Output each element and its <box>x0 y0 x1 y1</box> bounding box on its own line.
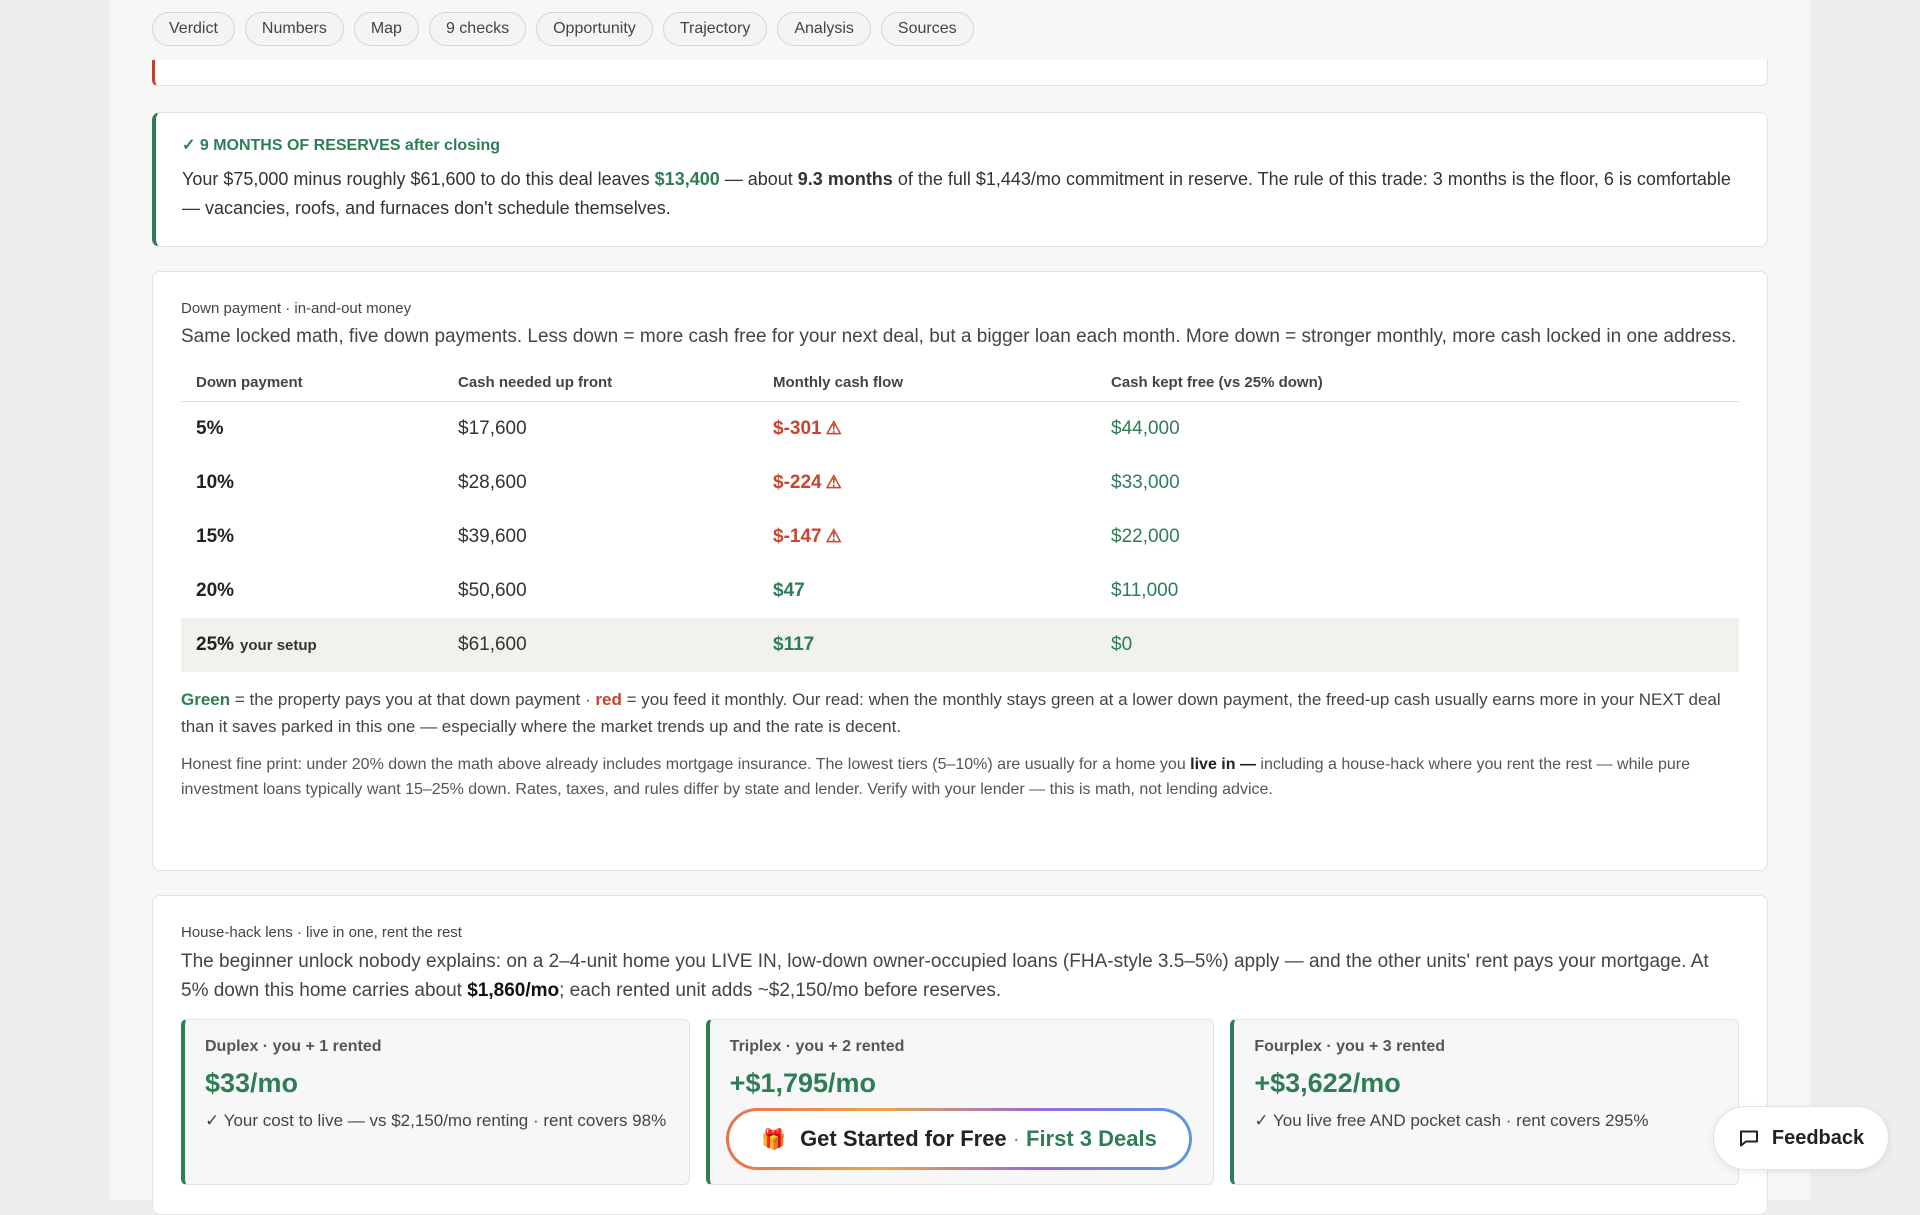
table-row-current-setup: 25% your setup $61,600 $117 $0 <box>181 618 1739 672</box>
your-setup-tag: your setup <box>240 637 317 654</box>
nav-chip-map[interactable]: Map <box>353 12 419 46</box>
nav-chip-trajectory[interactable]: Trajectory <box>662 12 768 46</box>
fine-print: Honest fine print: under 20% down the ma… <box>181 756 1690 798</box>
reserves-months: 9.3 months <box>797 169 893 189</box>
col-header-cash-free: Cash kept free (vs 25% down) <box>1096 374 1739 402</box>
down-payment-lead: Same locked math, five down payments. Le… <box>181 326 1737 347</box>
row-pct: 5% <box>196 418 224 439</box>
row-pct: 15% <box>196 526 235 547</box>
row-pct: 10% <box>196 472 235 493</box>
cta-sub-label: First 3 Deals <box>1026 1126 1157 1151</box>
warning-icon: ⚠ <box>825 472 842 492</box>
row-pct: 20% <box>196 580 235 601</box>
row-cash-needed: $17,600 <box>458 418 527 439</box>
house-hack-eyebrow: House-hack lens · live in one, rent the … <box>181 924 462 941</box>
col-header-monthly-flow: Monthly cash flow <box>758 374 1096 402</box>
row-cash-free: $11,000 <box>1111 580 1179 601</box>
color-legend: Green = the property pays you at that do… <box>181 690 1721 736</box>
gift-icon: 🎁 <box>761 1128 787 1151</box>
row-cash-needed: $28,600 <box>458 472 527 493</box>
unit-desc: ✓ You live free AND pocket cash · rent c… <box>1254 1111 1649 1130</box>
row-cash-free: $22,000 <box>1111 526 1180 547</box>
unit-card-duplex: Duplex · you + 1 rented $33/mo ✓ Your co… <box>181 1019 690 1185</box>
table-row: 15% $39,600 $-147 ⚠ $22,000 <box>181 510 1739 564</box>
get-started-button[interactable]: 🎁 Get Started for Free · First 3 Deals <box>726 1108 1192 1170</box>
row-monthly-flow: $47 <box>773 580 805 601</box>
unit-value: +$1,795/mo <box>729 1068 877 1098</box>
warning-icon: ⚠ <box>825 526 842 546</box>
row-cash-free: $44,000 <box>1111 418 1180 439</box>
table-row: 20% $50,600 $47 $11,000 <box>181 564 1739 618</box>
nav-chip-numbers[interactable]: Numbers <box>244 12 344 46</box>
unit-desc: ✓ Your cost to live — vs $2,150/mo renti… <box>205 1111 667 1130</box>
warning-icon: ⚠ <box>825 418 842 438</box>
row-cash-needed: $61,600 <box>443 618 758 672</box>
previous-card-edge <box>152 60 1768 86</box>
unit-value: $33/mo <box>205 1068 299 1098</box>
table-header-row: Down payment Cash needed up front Monthl… <box>181 374 1739 402</box>
nav-chip-verdict[interactable]: Verdict <box>152 12 235 46</box>
reserves-text: Your $75,000 minus roughly $61,600 to do… <box>182 169 1731 218</box>
nav-chip-9-checks[interactable]: 9 checks <box>428 12 527 46</box>
row-monthly-flow: $-224 ⚠ <box>773 472 842 493</box>
unit-value: +$3,622/mo <box>1254 1068 1401 1098</box>
reserves-card: ✓ 9 MONTHS OF RESERVES after closing You… <box>152 112 1768 247</box>
down-payment-card: Down payment · in-and-out money Same loc… <box>152 271 1768 871</box>
row-pct: 25% your setup <box>181 618 443 672</box>
row-cash-free: $0 <box>1096 618 1739 672</box>
cta-separator: · <box>1012 1126 1020 1151</box>
reserves-amount: $13,400 <box>654 169 720 189</box>
row-monthly-flow: $-301 ⚠ <box>773 418 842 439</box>
down-payment-eyebrow: Down payment · in-and-out money <box>181 300 412 317</box>
col-header-down-payment: Down payment <box>181 374 443 402</box>
table-row: 10% $28,600 $-224 ⚠ $33,000 <box>181 456 1739 510</box>
down-payment-table: Down payment Cash needed up front Monthl… <box>181 374 1739 672</box>
table-row: 5% $17,600 $-301 ⚠ $44,000 <box>181 402 1739 457</box>
unit-card-fourplex: Fourplex · you + 3 rented +$3,622/mo ✓ Y… <box>1230 1019 1740 1185</box>
row-monthly-flow: $117 <box>758 618 1096 672</box>
col-header-cash-needed: Cash needed up front <box>443 374 758 402</box>
house-hack-lead: The beginner unlock nobody explains: on … <box>181 951 1709 1001</box>
row-monthly-flow: $-147 ⚠ <box>773 526 842 547</box>
unit-title: Duplex · you + 1 rented <box>205 1038 382 1055</box>
nav-chip-analysis[interactable]: Analysis <box>777 12 871 46</box>
unit-title: Fourplex · you + 3 rented <box>1254 1038 1446 1055</box>
row-cash-needed: $50,600 <box>458 580 527 601</box>
row-cash-free: $33,000 <box>1111 472 1180 493</box>
chat-bubble-icon <box>1739 1130 1758 1147</box>
reserves-title: ✓ 9 MONTHS OF RESERVES after closing <box>182 137 501 154</box>
nav-chip-opportunity[interactable]: Opportunity <box>536 12 653 46</box>
unit-title: Triplex · you + 2 rented <box>729 1038 905 1055</box>
section-nav: Verdict Numbers Map 9 checks Opportunity… <box>152 12 974 46</box>
feedback-button[interactable]: Feedback <box>1713 1106 1889 1170</box>
feedback-label: Feedback <box>1771 1126 1865 1149</box>
nav-chip-sources[interactable]: Sources <box>880 12 974 46</box>
cta-label: Get Started for Free <box>800 1126 1007 1151</box>
row-cash-needed: $39,600 <box>458 526 527 547</box>
